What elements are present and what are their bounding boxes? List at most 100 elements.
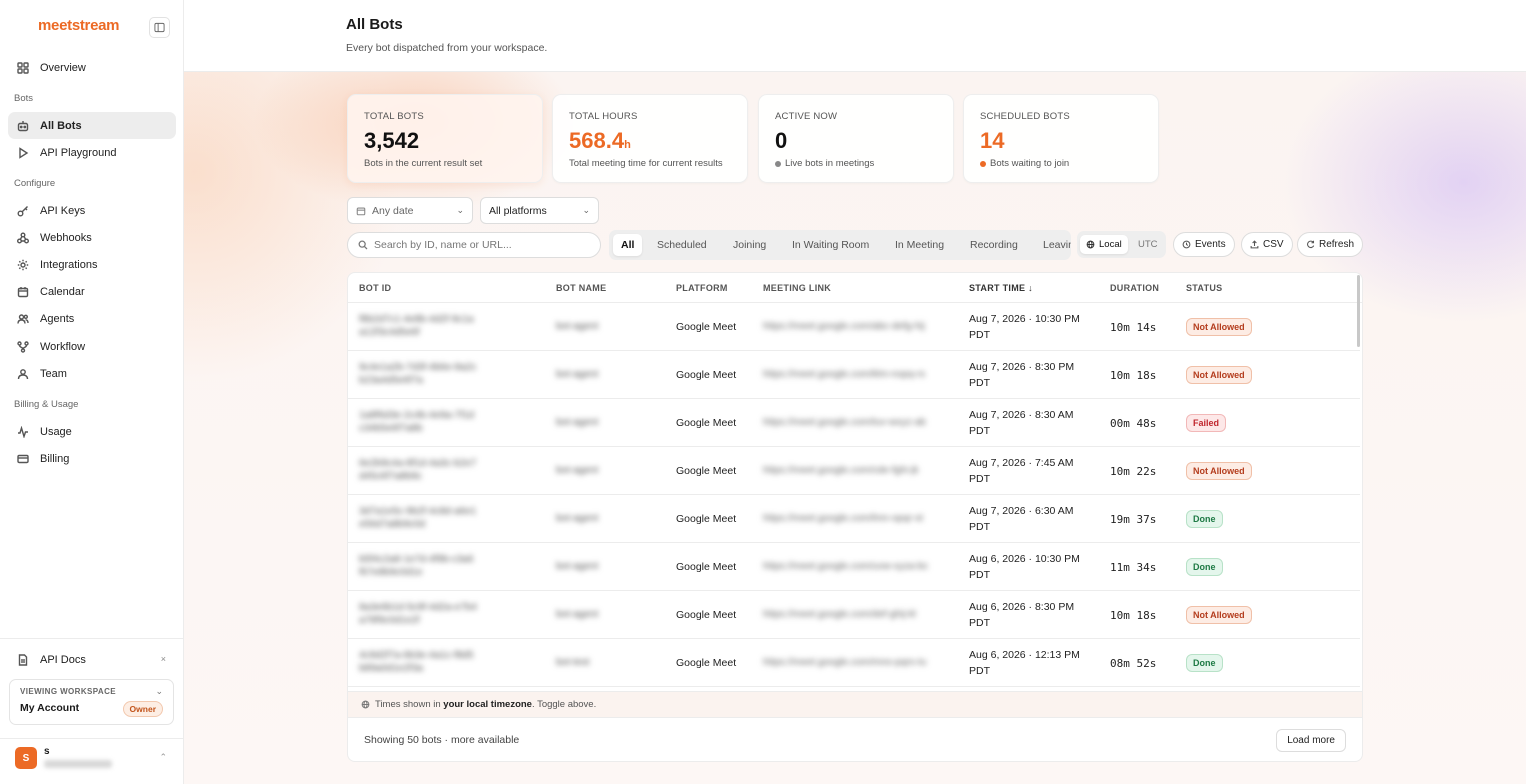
- duration: 19m 37s: [1110, 513, 1157, 526]
- tab-scheduled[interactable]: Scheduled: [649, 234, 715, 256]
- stat-caption: Live bots in meetings: [775, 158, 874, 169]
- sidebar-item-integrations[interactable]: Integrations: [8, 251, 176, 278]
- table-row[interactable]: 4c9d2f7a-6b3e-4a1c-f8d5 b89a0d1e2f3a bot-t…: [348, 639, 1360, 687]
- bot-name: bot-agent: [556, 417, 599, 428]
- column-header-start-time[interactable]: START TIME ↓: [969, 283, 1033, 293]
- sidebar-item-api-playground[interactable]: API Playground: [8, 139, 176, 166]
- timezone-local-button[interactable]: Local: [1080, 235, 1128, 254]
- tab-leaving[interactable]: Leaving: [1035, 234, 1071, 256]
- table-header-row: BOT ID BOT NAME PLATFORM MEETING LINK ST…: [348, 273, 1362, 303]
- logo[interactable]: meetstream: [38, 17, 120, 34]
- tab-recording[interactable]: Recording: [962, 234, 1026, 256]
- credit-card-icon: [17, 454, 29, 463]
- bot-id[interactable]: 3d7a1e5c-9b2f-4c8d-a6e1 e56d7a8b9c0d: [359, 505, 476, 531]
- sidebar-item-billing[interactable]: Billing: [8, 445, 176, 472]
- timezone-toggle: Local UTC: [1077, 231, 1166, 258]
- bot-id-line: 4c9d2f7a-6b3e-4a1c-f8d5: [359, 650, 474, 661]
- table-row[interactable]: f8b2d7c1-4e8b-4d2f-9c1a a12f3c4d5e6f bot-a…: [348, 303, 1360, 351]
- sidebar-item-all-bots[interactable]: All Bots: [8, 112, 176, 139]
- sidebar-item-label: API Playground: [40, 146, 117, 159]
- sidebar-item-team[interactable]: Team: [8, 360, 176, 387]
- bot-id[interactable]: 1a8f6d3e-2c4b-4e9a-7f1d c34b5e6f7a8b: [359, 409, 474, 435]
- bot-id[interactable]: 6e2b9c4a-8f1d-4a3c-b2e7 d45c6f7a8b9c: [359, 457, 476, 483]
- table-row[interactable]: 1a8f6d3e-2c4b-4e9a-7f1d c34b5e6f7a8b bot-a…: [348, 399, 1360, 447]
- bots-table: BOT ID BOT NAME PLATFORM MEETING LINK ST…: [347, 272, 1363, 692]
- meeting-link[interactable]: https://meet.google.com/tuv-wxyz-ab: [763, 417, 926, 428]
- stat-value: 3,542: [364, 128, 419, 154]
- workspace-switcher[interactable]: VIEWING WORKSPACE ⌄ My Account Owner: [9, 679, 174, 725]
- load-more-button[interactable]: Load more: [1276, 729, 1346, 752]
- platform-filter[interactable]: All platforms ⌄: [480, 197, 599, 224]
- chevron-down-icon: ⌄: [582, 205, 590, 215]
- sidebar-item-usage[interactable]: Usage: [8, 418, 176, 445]
- bot-id[interactable]: b5f4c2a8-1e7d-4f9b-c3a6 f67e8b9c0d1e: [359, 553, 474, 579]
- search-field[interactable]: [347, 232, 601, 258]
- bot-id[interactable]: 8a3e6b1d-5c9f-4d2a-e7b4 a78f9c0d1e2f: [359, 601, 477, 627]
- bot-id-line: 9c4e1a2b-7d3f-4b6e-8a2c: [359, 362, 477, 373]
- status-badge: Done: [1186, 654, 1223, 672]
- start-time-zone: PDT: [969, 329, 990, 341]
- meeting-link[interactable]: https://meet.google.com/lmn-opqr-st: [763, 513, 923, 524]
- sidebar-item-label: Workflow: [40, 340, 86, 353]
- bot-id[interactable]: 9c4e1a2b-7d3f-4b6e-8a2c b23a4d5e6f7a: [359, 361, 476, 387]
- meeting-link[interactable]: https://meet.google.com/def-ghij-kl: [763, 609, 916, 620]
- tab-in-meeting[interactable]: In Meeting: [887, 234, 952, 256]
- scrollbar[interactable]: [1357, 275, 1360, 347]
- sidebar-item-label: API Keys: [40, 204, 86, 217]
- meeting-link[interactable]: https://meet.google.com/klm-nopq-rs: [763, 369, 925, 380]
- meeting-link[interactable]: https://meet.google.com/abc-defg-hij: [763, 321, 925, 332]
- sidebar-item-workflow[interactable]: Workflow: [8, 333, 176, 360]
- events-button[interactable]: Events: [1173, 232, 1235, 257]
- sidebar-item-agents[interactable]: Agents: [8, 305, 176, 332]
- chevron-down-icon: ⌄: [456, 205, 464, 215]
- nav-section-configure: Configure: [14, 178, 56, 189]
- bot-name: bot-agent: [556, 513, 599, 524]
- tab-joining[interactable]: Joining: [725, 234, 774, 256]
- column-header-duration: DURATION: [1110, 283, 1160, 293]
- search-input[interactable]: [374, 239, 594, 251]
- table-row[interactable]: 3d7a1e5c-9b2f-4c8d-a6e1 e56d7a8b9c0d bot-a…: [348, 495, 1360, 543]
- table-row[interactable]: 6e2b9c4a-8f1d-4a3c-b2e7 d45c6f7a8b9c bot-a…: [348, 447, 1360, 495]
- workspace-name: My Account: [20, 702, 80, 714]
- table-row[interactable]: 9c4e1a2b-7d3f-4b6e-8a2c b23a4d5e6f7a bot-a…: [348, 351, 1360, 399]
- sidebar-item-webhooks[interactable]: Webhooks: [8, 224, 176, 251]
- stat-unit: h: [624, 139, 631, 151]
- bot-id-line: f67e8b9c0d1e: [359, 567, 423, 578]
- table-row[interactable]: b5f4c2a8-1e7d-4f9b-c3a6 f67e8b9c0d1e bot-a…: [348, 543, 1360, 591]
- sidebar-item-label: Overview: [40, 61, 86, 74]
- activity-icon: [18, 425, 28, 438]
- bot-id[interactable]: 4c9d2f7a-6b3e-4a1c-f8d5 b89a0d1e2f3a: [359, 649, 474, 675]
- meeting-link[interactable]: https://meet.google.com/cde-fghi-jk: [763, 465, 919, 476]
- date-filter-value: Any date: [372, 204, 414, 217]
- user-menu[interactable]: S s ⌃: [0, 738, 184, 784]
- sidebar-item-calendar[interactable]: Calendar: [8, 278, 176, 305]
- meeting-link[interactable]: https://meet.google.com/uvw-xyza-bc: [763, 561, 928, 572]
- duration: 10m 14s: [1110, 321, 1157, 334]
- sidebar-item-api-docs[interactable]: API Docs ×: [8, 648, 176, 672]
- start-time-date: Aug 7, 2026 · 6:30 AM: [969, 505, 1074, 517]
- bot-id[interactable]: f8b2d7c1-4e8b-4d2f-9c1a a12f3c4d5e6f: [359, 313, 474, 339]
- page-header: All Bots Every bot dispatched from your …: [184, 0, 1526, 72]
- column-header-platform: PLATFORM: [676, 283, 728, 293]
- sidebar-item-api-keys[interactable]: API Keys: [8, 197, 176, 224]
- status-badge: Done: [1186, 510, 1223, 528]
- tab-all[interactable]: All: [613, 234, 643, 256]
- chevron-down-icon: ⌄: [155, 686, 163, 696]
- status-badge: Not Allowed: [1186, 318, 1252, 336]
- tab-in-waiting-room[interactable]: In Waiting Room: [784, 234, 877, 256]
- meeting-link[interactable]: https://meet.google.com/mno-pqrs-tu: [763, 657, 926, 668]
- refresh-button[interactable]: Refresh: [1297, 232, 1364, 257]
- sidebar-toggle-icon: [154, 22, 165, 33]
- key-icon: [17, 205, 28, 216]
- table-row[interactable]: 8a3e6b1d-5c9f-4d2a-e7b4 a78f9c0d1e2f bot-a…: [348, 591, 1360, 639]
- column-header-status: STATUS: [1186, 283, 1223, 293]
- duration: 08m 52s: [1110, 657, 1157, 670]
- timezone-utc-button[interactable]: UTC: [1132, 235, 1164, 254]
- sidebar-item-overview[interactable]: Overview: [8, 54, 176, 81]
- stat-caption-text: Total meeting time for current results: [569, 158, 723, 169]
- csv-export-button[interactable]: CSV: [1241, 232, 1293, 257]
- date-filter[interactable]: Any date ⌄: [347, 197, 473, 224]
- collapse-sidebar-button[interactable]: [149, 17, 170, 38]
- sidebar-item-label: Billing: [40, 452, 70, 465]
- bot-id-line: a78f9c0d1e2f: [359, 615, 420, 626]
